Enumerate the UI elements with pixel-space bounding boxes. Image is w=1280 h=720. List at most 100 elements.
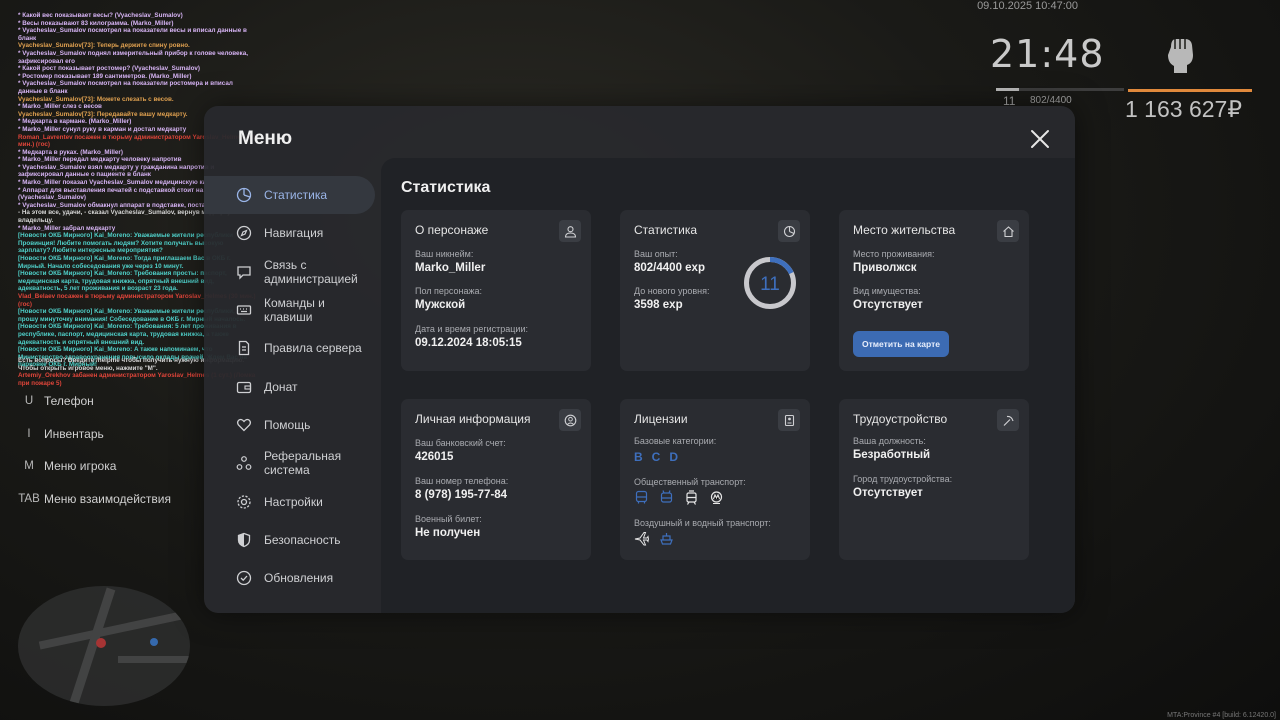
chat-icon (236, 264, 252, 280)
sidebar-item-security[interactable]: Безопасность (204, 521, 380, 559)
page-title: Статистика (401, 179, 491, 196)
sidebar-item-label: Навигация (264, 226, 324, 241)
shield-icon (236, 532, 252, 548)
sidebar-item-statistics[interactable]: Статистика (204, 176, 375, 215)
keybind-phone: U Телефон (14, 385, 171, 418)
user-circle-icon (559, 409, 581, 431)
keybind-list: U Телефон I Инвентарь M Меню игрока TAB Меню… (14, 385, 171, 515)
field-label: Дата и время регистрации: (415, 324, 528, 334)
job-city-value: Отсутствует (853, 487, 923, 499)
chat-line: * Vyacheslav_Sumalov посмотрел на показа… (18, 80, 233, 95)
position-value: Безработный (853, 449, 931, 461)
sidebar-item-label: Связь с администрацией (264, 257, 358, 286)
player-marker-icon (96, 638, 106, 648)
sidebar-item-label: Обновления (264, 571, 334, 586)
level-value: 11 (760, 274, 780, 295)
field-label: Ваш номер телефона: (415, 476, 509, 486)
hud-exp: 802/4400 (1030, 95, 1072, 106)
field-label: Общественный транспорт: (634, 477, 746, 487)
close-icon[interactable] (1029, 128, 1051, 150)
card-title: О персонаже (415, 223, 489, 237)
field-label: Воздушный и водный транспорт: (634, 518, 771, 528)
document-icon (236, 340, 252, 356)
level-progress-ring: 11 (744, 257, 796, 309)
field-label: Ваш опыт: (634, 249, 678, 259)
house-icon (997, 220, 1019, 242)
field-label: Военный билет: (415, 514, 482, 524)
license-category-b: B (634, 450, 643, 464)
trolleybus-icon (660, 490, 673, 503)
check-circle-icon (236, 570, 252, 586)
chat-line: * Весы показывают 83 килограмма. (Marko_… (18, 19, 174, 27)
sidebar-item-admin-contact[interactable]: Связь с администрацией (204, 253, 380, 291)
pickaxe-icon (997, 409, 1019, 431)
card-residence: Место жительства Место проживания: Приво… (839, 210, 1029, 371)
hud-date: 09.10.2025 10:47:00 (977, 0, 1078, 12)
hud-money-bar (1128, 89, 1252, 92)
wallet-icon (236, 379, 252, 395)
hud-clock: 21:48 (990, 32, 1105, 76)
chat-line: * Vyacheslav_Sumalov посмотрел на показа… (18, 27, 247, 42)
sidebar-item-navigation[interactable]: Навигация (204, 214, 380, 252)
hud-money: 1 163 627₽ (1125, 96, 1242, 122)
heart-hand-icon (236, 417, 252, 433)
sidebar-item-referral[interactable]: Реферальная система (204, 444, 380, 482)
sex-value: Мужской (415, 299, 466, 311)
chat-line: * Vyacheslav_Sumalov поднял измерительны… (18, 49, 248, 65)
sidebar-item-label: Реферальная система (264, 449, 342, 478)
field-label: Место проживания: (853, 249, 935, 259)
phone-value: 8 (978) 195-77-84 (415, 489, 508, 501)
keybind-label: Меню игрока (44, 459, 117, 474)
sidebar-item-commands[interactable]: Команды и клавиши (204, 291, 380, 329)
sidebar-item-label: Помощь (264, 417, 311, 432)
key-label: I (27, 427, 31, 440)
card-title: Лицензии (634, 412, 688, 426)
chat-line: Vyacheslav_Sumalov[73]: Можете слезать с… (18, 95, 174, 103)
field-label: Пол персонажа: (415, 286, 483, 296)
sidebar-item-rules[interactable]: Правила сервера (204, 329, 380, 367)
user-icon (559, 220, 581, 242)
menu-title: Меню (238, 128, 293, 149)
nickname-value: Marko_Miller (415, 262, 486, 274)
keybind-player-menu: M Меню игрока (14, 450, 171, 483)
mark-on-map-button[interactable]: Отметить на карте (853, 331, 949, 357)
property-value: Отсутствует (853, 299, 923, 311)
sidebar-item-help[interactable]: Помощь (204, 406, 380, 444)
license-categories: B C D (634, 450, 678, 464)
sidebar-item-donate[interactable]: Донат (204, 367, 380, 405)
pie-chart-icon (778, 220, 800, 242)
field-label: Город трудоустройства: (853, 474, 953, 484)
minimap (18, 586, 190, 706)
bank-account-value: 426015 (415, 451, 454, 463)
card-title: Личная информация (415, 412, 531, 426)
chat-line: * Какой вес показывает весы? (Vyacheslav… (18, 12, 183, 19)
residence-value: Приволжск (853, 262, 917, 274)
public-transport-icons (634, 490, 724, 505)
registration-value: 09.12.2024 18:05:15 (415, 337, 522, 349)
fist-icon (1168, 39, 1193, 73)
card-stats: Статистика Ваш опыт: 802/4400 exp До нов… (620, 210, 810, 371)
compass-icon (236, 225, 252, 241)
keybind-interaction-menu: TAB Меню взаимодействия (14, 483, 171, 516)
statistics-panel: Статистика О персонаже Ваш никнейм: Mark… (381, 158, 1075, 613)
keybind-label: Меню взаимодействия (44, 491, 171, 506)
sidebar-item-label: Статистика (264, 188, 328, 203)
build-info: MTA:Province #4 [build: 6.12420.0] (1167, 712, 1276, 719)
key-label: U (24, 395, 34, 408)
tram-icon (686, 490, 697, 505)
id-badge-icon (778, 409, 800, 431)
card-employment: Трудоустройство Ваша должность: Безработ… (839, 399, 1029, 560)
sidebar-item-settings[interactable]: Настройки (204, 482, 380, 520)
game-menu-window: Меню Статистика Навигация Связь с админи… (204, 106, 1075, 613)
menu-sidebar: Статистика Навигация Связь с администрац… (204, 176, 380, 597)
sidebar-item-label: Донат (264, 379, 298, 394)
bus-icon (635, 490, 648, 504)
gear-icon (236, 494, 252, 510)
sidebar-item-updates[interactable]: Обновления (204, 559, 380, 597)
field-label: Ваш никнейм: (415, 249, 474, 259)
card-title: Статистика (634, 223, 698, 237)
field-label: Ваш банковский счет: (415, 438, 506, 448)
field-label: Ваша должность: (853, 436, 926, 446)
keybind-label: Инвентарь (44, 426, 104, 441)
network-icon (236, 455, 252, 471)
